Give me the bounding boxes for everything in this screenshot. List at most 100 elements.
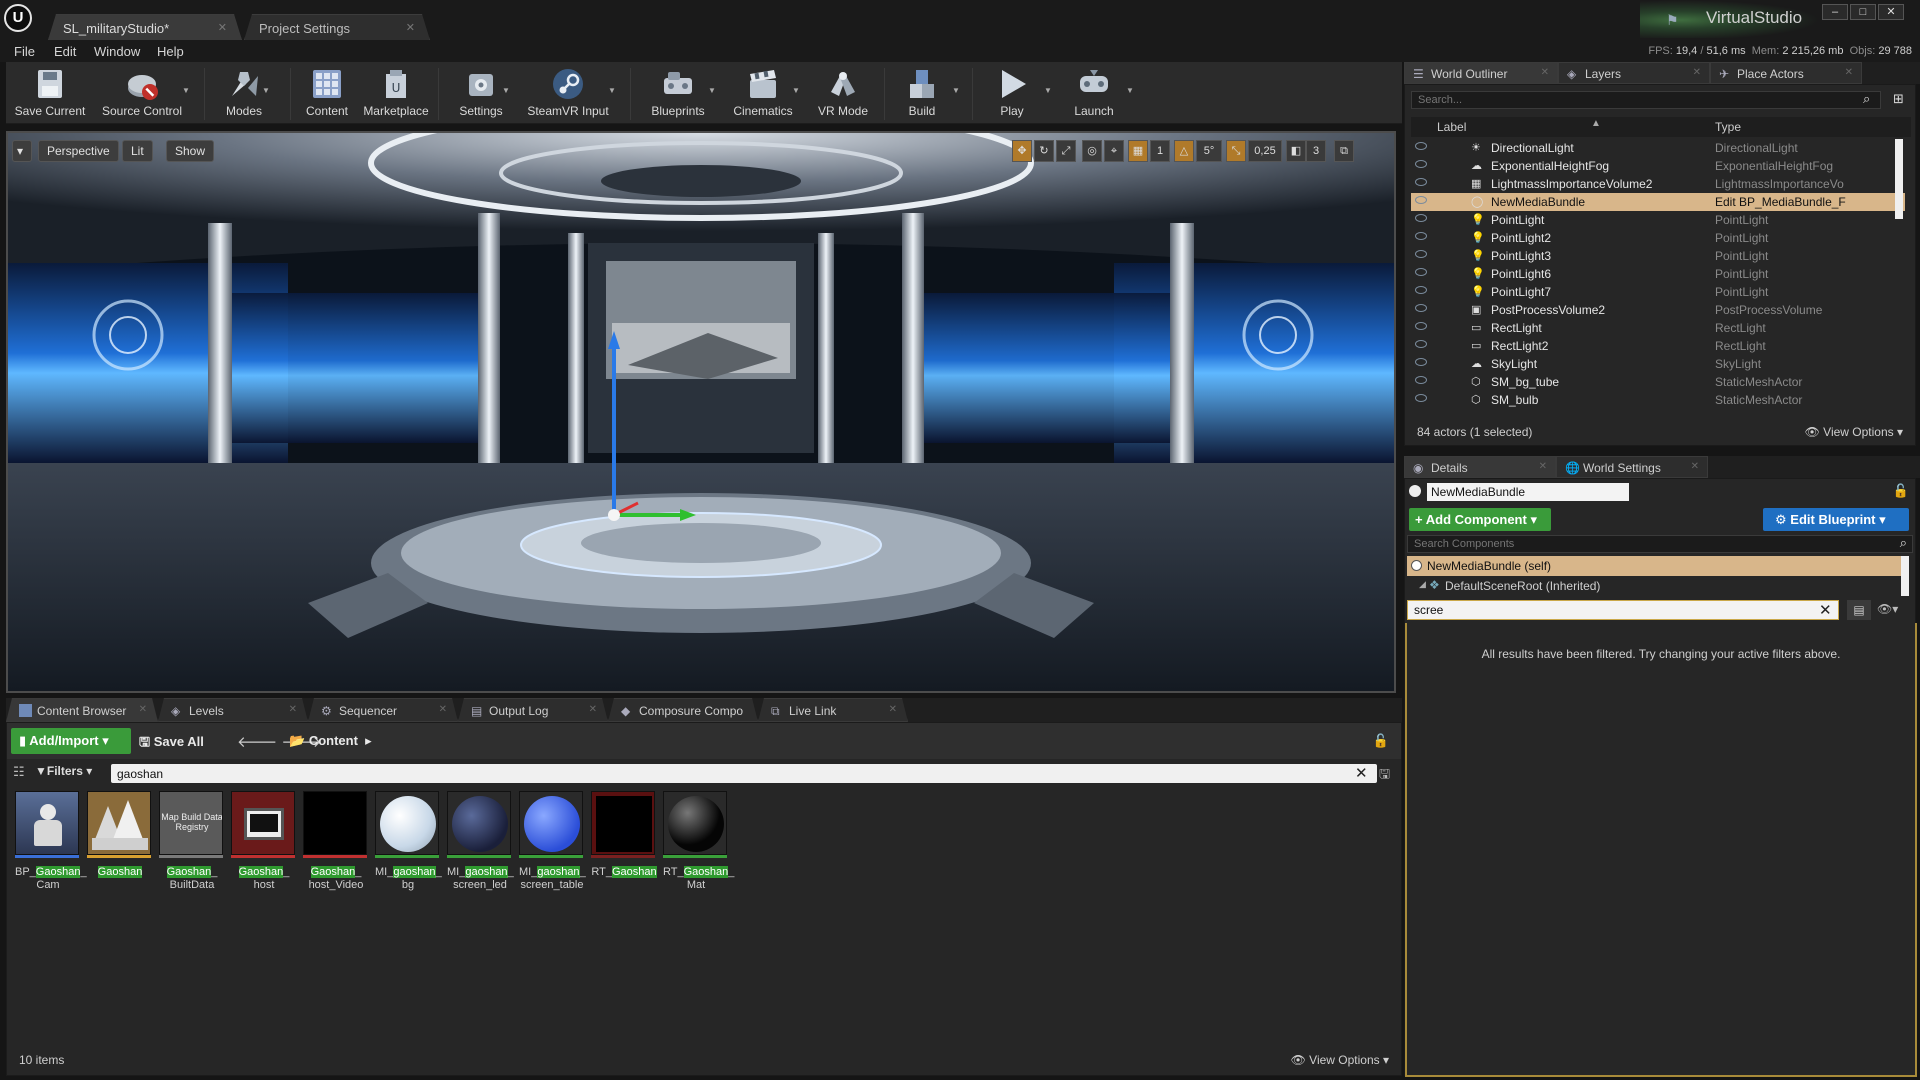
source-control-button[interactable]: Source Control bbox=[96, 64, 188, 122]
outliner-row[interactable]: 💡 PointLight3 PointLight bbox=[1411, 247, 1905, 265]
dropdown-arrow-icon[interactable]: ▼ bbox=[182, 86, 190, 95]
dropdown-arrow-icon[interactable]: ▼ bbox=[502, 86, 510, 95]
label-column-header[interactable]: Label bbox=[1437, 120, 1466, 134]
component-search-input[interactable] bbox=[1407, 535, 1913, 553]
scrollbar[interactable] bbox=[1895, 139, 1903, 219]
tab-content-browser[interactable]: Content Browser ✕ bbox=[6, 698, 158, 722]
asset-tile[interactable]: Map Build Data Registry Gaoshan_ BuiltData bbox=[159, 791, 225, 892]
add-import-button[interactable]: ▮ Add/Import ▾ bbox=[11, 728, 131, 754]
clear-filter-icon[interactable]: ✕ bbox=[1819, 601, 1832, 619]
world-space-icon[interactable]: ◎ bbox=[1082, 140, 1102, 162]
visibility-eye-icon[interactable] bbox=[1415, 358, 1427, 366]
grid-size-value[interactable]: 1 bbox=[1150, 140, 1170, 162]
outliner-row[interactable]: 💡 PointLight PointLight bbox=[1411, 211, 1905, 229]
actor-name-field[interactable] bbox=[1427, 483, 1629, 501]
close-icon[interactable]: ✕ bbox=[218, 21, 227, 34]
save-search-icon[interactable]: 🖫 bbox=[1379, 765, 1390, 787]
close-icon[interactable]: ✕ bbox=[289, 704, 297, 715]
translate-icon[interactable]: ✥ bbox=[1012, 140, 1032, 162]
save-current-button[interactable]: Save Current bbox=[8, 64, 92, 122]
lock-icon[interactable]: 🔓 bbox=[1373, 733, 1389, 749]
outliner-search-input[interactable] bbox=[1411, 91, 1881, 109]
steamvr-input-button[interactable]: SteamVR Input bbox=[520, 64, 616, 122]
doc-tab-level[interactable]: SL_militaryStudio* ✕ bbox=[48, 14, 242, 40]
outliner-row[interactable]: ▣ PostProcessVolume2 PostProcessVolume bbox=[1411, 301, 1905, 319]
outliner-row[interactable]: ▭ RectLight2 RectLight bbox=[1411, 337, 1905, 355]
menu-help[interactable]: Help bbox=[157, 44, 184, 59]
visibility-eye-icon[interactable] bbox=[1415, 178, 1427, 186]
perspective-dropdown[interactable]: Perspective bbox=[38, 140, 119, 162]
maximize-viewport-icon[interactable]: ⧉ bbox=[1334, 140, 1354, 162]
visibility-eye-icon[interactable] bbox=[1415, 160, 1427, 168]
property-filter-input[interactable] bbox=[1407, 600, 1839, 620]
property-matrix-icon[interactable]: ▤ bbox=[1847, 600, 1871, 620]
outliner-row[interactable]: 💡 PointLight6 PointLight bbox=[1411, 265, 1905, 283]
asset-tile[interactable]: Gaoshan_ host bbox=[231, 791, 297, 892]
dropdown-arrow-icon[interactable]: ▼ bbox=[1126, 86, 1134, 95]
visibility-eye-icon[interactable] bbox=[1415, 286, 1427, 294]
add-component-button[interactable]: + Add Component ▾ bbox=[1409, 508, 1551, 531]
dropdown-arrow-icon[interactable]: ▼ bbox=[708, 86, 716, 95]
close-icon[interactable]: ✕ bbox=[1541, 67, 1549, 78]
visibility-eye-icon[interactable] bbox=[1415, 394, 1427, 402]
surface-snap-icon[interactable]: ⌖ bbox=[1104, 140, 1124, 162]
type-column-header[interactable]: Type bbox=[1715, 120, 1741, 134]
launch-button[interactable]: Launch bbox=[1058, 64, 1130, 122]
menu-edit[interactable]: Edit bbox=[54, 44, 76, 59]
build-button[interactable]: Build bbox=[890, 64, 954, 122]
filters-dropdown[interactable]: ▼Filters ▾ bbox=[35, 764, 92, 778]
tab-layers[interactable]: ◈ Layers ✕ bbox=[1558, 62, 1710, 84]
show-dropdown[interactable]: Show bbox=[166, 140, 215, 162]
tab-world-outliner[interactable]: ☰ World Outliner ✕ bbox=[1404, 62, 1558, 84]
close-icon[interactable]: ✕ bbox=[1845, 67, 1853, 78]
collapse-arrow-icon[interactable]: ◢ bbox=[1419, 579, 1426, 590]
close-window-button[interactable]: ✕ bbox=[1878, 4, 1904, 20]
viewport-options-dropdown[interactable]: ▾ bbox=[12, 140, 32, 162]
outliner-row[interactable]: ⬡ SM_bulb StaticMeshActor bbox=[1411, 391, 1905, 409]
outliner-row[interactable]: ☁ ExponentialHeightFog ExponentialHeightFo… bbox=[1411, 157, 1905, 175]
asset-search-input[interactable] bbox=[111, 764, 1377, 783]
visibility-eye-icon[interactable] bbox=[1415, 196, 1427, 204]
marketplace-button[interactable]: U Marketplace bbox=[358, 64, 434, 122]
level-viewport[interactable]: ▾ Perspective Lit Show ✥ ↻ ⤢ ◎ ⌖ ▦ 1 △ 5… bbox=[6, 131, 1396, 693]
visibility-eye-icon[interactable] bbox=[1415, 214, 1427, 222]
maximize-button[interactable]: □ bbox=[1850, 4, 1876, 20]
camera-speed-icon[interactable]: ◧ bbox=[1286, 140, 1306, 162]
tab-world-settings[interactable]: 🌐 World Settings ✕ bbox=[1556, 456, 1708, 478]
asset-tile[interactable]: MI_gaoshan_ screen_table bbox=[519, 791, 586, 892]
outliner-row[interactable]: ◯ NewMediaBundle Edit BP_MediaBundle_F bbox=[1411, 193, 1905, 211]
outliner-view-options-button[interactable]: 👁 View Options ▾ bbox=[1805, 425, 1903, 439]
close-icon[interactable]: ✕ bbox=[589, 704, 597, 715]
component-self-row[interactable]: NewMediaBundle (self) bbox=[1407, 556, 1901, 576]
menu-window[interactable]: Window bbox=[94, 44, 140, 59]
dropdown-arrow-icon[interactable]: ▼ bbox=[792, 86, 800, 95]
tab-levels[interactable]: ◈ Levels ✕ bbox=[158, 698, 308, 722]
rotate-icon[interactable]: ↻ bbox=[1034, 140, 1054, 162]
rotation-snap-icon[interactable]: △ bbox=[1174, 140, 1194, 162]
dropdown-arrow-icon[interactable]: ▼ bbox=[262, 86, 270, 95]
component-root-row[interactable]: ◢ ❖ DefaultSceneRoot (Inherited) bbox=[1407, 577, 1901, 595]
close-icon[interactable]: ✕ bbox=[406, 21, 415, 34]
visibility-filter-icon[interactable]: 👁▾ bbox=[1877, 602, 1898, 616]
grid-snap-icon[interactable]: ▦ bbox=[1128, 140, 1148, 162]
sources-toggle-icon[interactable]: ☷ bbox=[13, 764, 25, 780]
visibility-eye-icon[interactable] bbox=[1415, 340, 1427, 348]
visibility-eye-icon[interactable] bbox=[1415, 232, 1427, 240]
add-folder-icon[interactable]: ⊞ bbox=[1893, 91, 1904, 107]
asset-tile[interactable]: Gaoshan bbox=[87, 791, 153, 879]
tab-output-log[interactable]: ▤ Output Log ✕ bbox=[458, 698, 608, 722]
breadcrumb-content[interactable]: Content bbox=[309, 733, 358, 748]
tab-details[interactable]: ◉ Details ✕ bbox=[1404, 456, 1556, 478]
visibility-eye-icon[interactable] bbox=[1415, 376, 1427, 384]
minimize-button[interactable]: – bbox=[1822, 4, 1848, 20]
view-options-button[interactable]: 👁 View Options ▾ bbox=[1291, 1053, 1389, 1067]
scale-snap-value[interactable]: 0,25 bbox=[1248, 140, 1282, 162]
actor-type[interactable]: Edit BP_MediaBundle_F bbox=[1715, 195, 1846, 209]
tab-sequencer[interactable]: ⚙ Sequencer ✕ bbox=[308, 698, 458, 722]
breadcrumb[interactable]: 📂 Content ▸ bbox=[289, 733, 372, 749]
visibility-eye-icon[interactable] bbox=[1415, 142, 1427, 150]
rotation-snap-value[interactable]: 5° bbox=[1196, 140, 1222, 162]
close-icon[interactable]: ✕ bbox=[139, 704, 147, 715]
scale-snap-icon[interactable]: ⤡ bbox=[1226, 140, 1246, 162]
asset-tile[interactable]: MI_gaoshan_ screen_led bbox=[447, 791, 514, 892]
